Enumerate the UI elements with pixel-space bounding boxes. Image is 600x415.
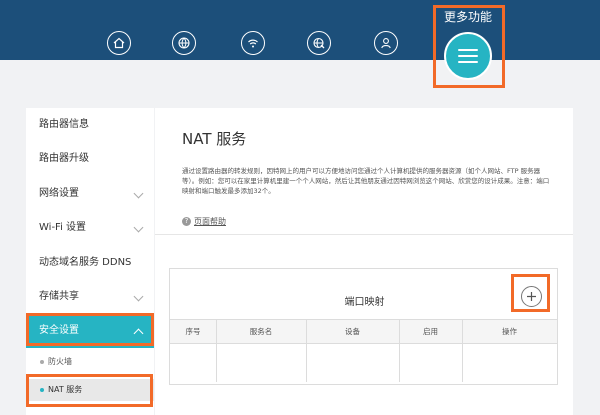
user-icon[interactable] [374, 31, 398, 55]
panel-title: 端口映射 [344, 297, 385, 308]
divider [155, 234, 573, 235]
sidebar-item-ddns[interactable]: 动态域名服务 DDNS [26, 246, 154, 280]
globe-icon[interactable] [172, 31, 196, 55]
column-divider [306, 319, 307, 382]
sidebar-item-label: 动态域名服务 DDNS [39, 257, 132, 268]
sidebar-item-network-settings[interactable]: 网络设置 [26, 177, 154, 211]
sidebar-item-label: 存储共享 [39, 291, 79, 302]
sidebar: 路由器信息 路由器升级 网络设置 Wi-Fi 设置 动态域名服务 DDNS 存储… [26, 108, 154, 415]
column-header-actions: 操作 [502, 327, 517, 336]
chevron-down-icon [133, 291, 144, 302]
page-description: 通过设置路由器的转发规则，因特网上的用户可以方便地访问您通过个人计算机提供的服务… [182, 167, 550, 195]
column-header-device: 设备 [345, 327, 360, 336]
more-functions-highlight [433, 5, 505, 88]
sidebar-item-router-info[interactable]: 路由器信息 [26, 108, 154, 142]
chevron-down-icon [133, 222, 144, 233]
home-icon[interactable] [107, 31, 131, 55]
top-navigation-bar: 更多功能 [0, 0, 600, 60]
security-settings-highlight [26, 313, 154, 346]
add-button-highlight [511, 274, 550, 312]
table-header: 序号 服务名 设备 启用 操作 [170, 319, 557, 344]
column-header-index: 序号 [185, 327, 201, 336]
sidebar-item-label: 路由器升级 [39, 153, 89, 164]
column-divider [462, 319, 463, 382]
port-mapping-panel: 端口映射 序号 服务名 设备 启用 操作 [169, 268, 558, 385]
sidebar-item-wifi-settings[interactable]: Wi-Fi 设置 [26, 211, 154, 245]
sidebar-item-label: Wi-Fi 设置 [39, 222, 87, 233]
page-help-label: 页面帮助 [194, 217, 226, 226]
wifi-icon[interactable] [241, 31, 265, 55]
sidebar-item-storage-sharing[interactable]: 存储共享 [26, 280, 154, 314]
chevron-down-icon [133, 188, 144, 199]
sidebar-subitem-firewall[interactable]: 防火墙 [26, 351, 154, 373]
network-icon[interactable] [307, 31, 331, 55]
column-header-enabled: 启用 [423, 327, 438, 336]
bullet-icon [40, 360, 44, 364]
question-icon: ? [182, 217, 191, 226]
nat-service-highlight [26, 374, 153, 407]
main-content: NAT 服务 通过设置路由器的转发规则，因特网上的用户可以方便地访问您通过个人计… [155, 108, 573, 415]
column-divider [399, 319, 400, 382]
column-header-service-name: 服务名 [249, 327, 273, 336]
sidebar-item-label: 网络设置 [39, 188, 79, 199]
sidebar-item-label: 路由器信息 [39, 119, 89, 130]
sidebar-subitem-label: 防火墙 [48, 357, 72, 366]
column-divider [216, 319, 217, 382]
page-help-link[interactable]: ? 页面帮助 [182, 216, 226, 227]
sidebar-item-router-upgrade[interactable]: 路由器升级 [26, 142, 154, 176]
page-title: NAT 服务 [182, 130, 247, 148]
